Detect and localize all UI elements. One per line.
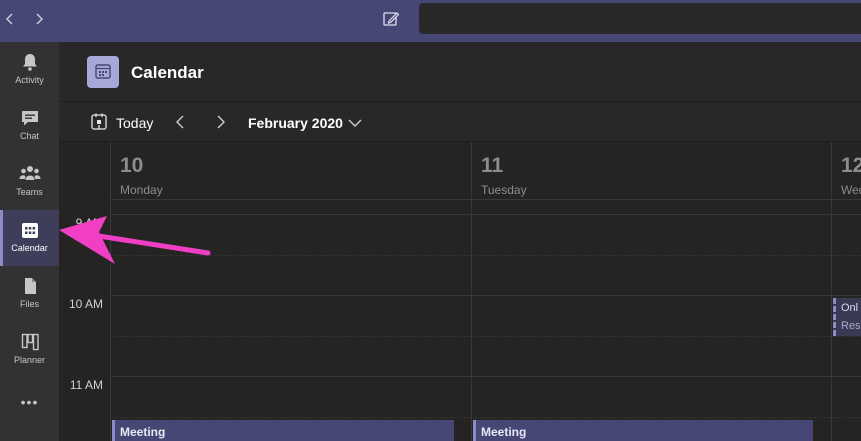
event-title: Meeting <box>481 425 527 439</box>
day-name: Tuesday <box>481 183 527 197</box>
bell-icon <box>22 54 37 71</box>
calendar-icon <box>21 223 38 238</box>
event-title: Meeting <box>120 425 166 439</box>
day-name: Monday <box>120 183 163 197</box>
rail-item-calendar[interactable]: Calendar <box>0 210 59 266</box>
rail-item-activity[interactable]: Activity <box>0 42 59 98</box>
planner-icon <box>21 333 39 351</box>
compose-icon[interactable] <box>380 8 402 30</box>
hour-line <box>110 214 861 215</box>
day-columns: 10 Monday 11 Tuesday 12 Wed Onl Res Me <box>110 142 861 441</box>
rail-item-label: Chat <box>19 131 39 141</box>
chevron-left-icon <box>176 115 184 129</box>
time-label: 11 AM <box>69 378 103 392</box>
half-hour-line <box>110 336 861 337</box>
today-button[interactable]: Today <box>116 115 153 131</box>
day-header-wednesday[interactable]: 12 Wed <box>831 142 861 200</box>
teams-icon <box>19 166 40 180</box>
rail-item-chat[interactable]: Chat <box>0 98 59 154</box>
rail-item-teams[interactable]: Teams <box>0 154 59 210</box>
search-input[interactable] <box>419 3 861 34</box>
rail-item-planner[interactable]: Planner <box>0 322 59 378</box>
more-icon: ••• <box>20 394 39 410</box>
hour-line <box>110 295 861 296</box>
event-subtitle: Res <box>841 320 861 332</box>
calendar-toolbar: Today February 2020 <box>59 102 861 142</box>
half-hour-line <box>110 417 861 418</box>
day-name: Wed <box>841 183 861 197</box>
chat-icon <box>21 111 38 126</box>
forward-icon[interactable] <box>29 9 49 29</box>
time-label: 10 AM <box>68 297 103 311</box>
rail-item-label: Calendar <box>11 243 48 253</box>
app-rail: Activity Chat Teams Calendar Files Plann… <box>0 42 59 441</box>
event-card-partial[interactable]: Onl Res <box>833 298 861 336</box>
calendar-app-icon <box>87 56 119 88</box>
chevron-down-icon[interactable] <box>347 115 363 136</box>
week-grid: 9 AM 10 AM 11 AM 10 Monday <box>59 142 861 441</box>
day-header-tuesday[interactable]: 11 Tuesday <box>471 142 831 200</box>
event-card[interactable]: Meeting <box>473 420 813 441</box>
file-icon <box>24 278 36 294</box>
chevron-right-icon <box>217 115 225 129</box>
day-number: 12 <box>841 154 861 177</box>
hour-line <box>110 376 861 377</box>
rail-item-label: Teams <box>16 187 43 197</box>
previous-week-button[interactable] <box>172 112 188 132</box>
day-number: 11 <box>481 154 504 177</box>
day-header-monday[interactable]: 10 Monday <box>110 142 471 200</box>
rail-item-label: Files <box>19 299 39 309</box>
day-number: 10 <box>120 154 144 177</box>
rail-item-label: Activity <box>15 75 44 85</box>
today-icon[interactable] <box>89 112 109 137</box>
next-week-button[interactable] <box>213 112 229 132</box>
annotation-arrow-icon <box>59 216 211 264</box>
rail-item-files[interactable]: Files <box>0 266 59 322</box>
event-title: Onl <box>841 302 859 314</box>
rail-item-label: Planner <box>13 355 46 365</box>
more-apps-button[interactable]: ••• <box>0 388 59 428</box>
event-card[interactable]: Meeting <box>112 420 454 441</box>
month-picker[interactable]: February 2020 <box>248 115 343 131</box>
back-icon[interactable] <box>0 9 20 29</box>
page-title: Calendar <box>131 63 204 82</box>
title-bar <box>0 0 861 42</box>
page-header: Calendar <box>59 42 861 102</box>
half-hour-line <box>110 255 861 256</box>
